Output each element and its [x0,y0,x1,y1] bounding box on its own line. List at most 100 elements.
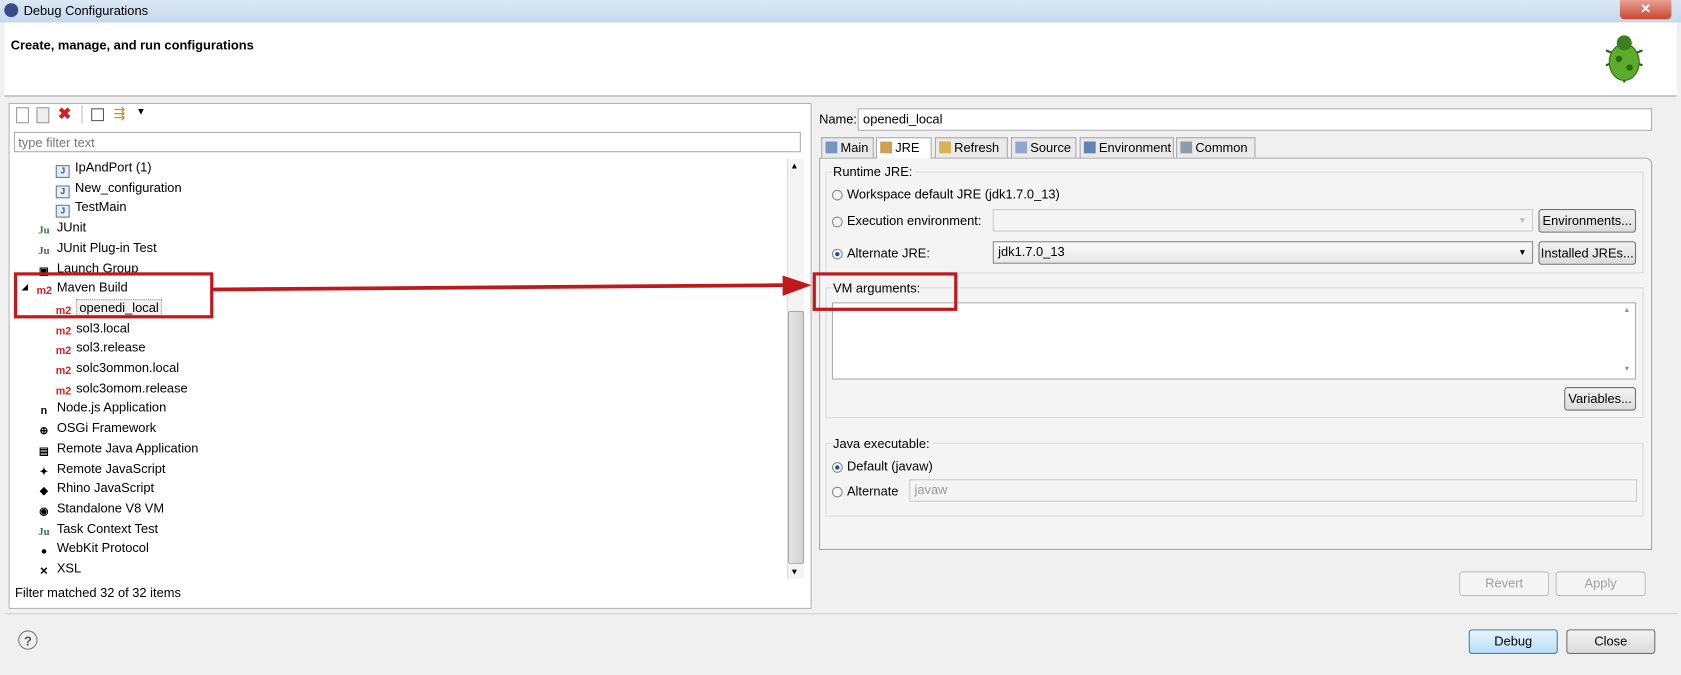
tree-item-label: Remote JavaScript [56,460,166,476]
tree-item[interactable]: J IpAndPort (1) [55,158,152,178]
alternate-jre-radio[interactable]: Alternate JRE: [831,246,930,261]
alternate-exec-field[interactable]: javaw [909,479,1638,502]
tab-jre[interactable]: JRE [875,137,932,159]
name-field[interactable]: openedi_local [857,108,1653,131]
tree-item[interactable]: ▤ Remote Java Application [36,438,199,458]
tab-main[interactable]: Main [821,137,874,158]
tab-label: Source [1030,140,1072,156]
close-button[interactable]: Close [1566,629,1656,654]
scrollbar-thumb[interactable] [787,310,805,564]
tab-environment[interactable]: Environment [1079,137,1174,158]
config-type-icon: Ju [38,525,50,538]
tree-item-label: XSL [56,560,82,576]
radio-selected-icon[interactable] [831,248,843,260]
installed-jres-button[interactable]: Installed JREs... [1538,241,1637,265]
tree-item-label: WebKit Protocol [56,540,149,556]
apply-button[interactable]: Apply [1555,571,1646,597]
tree-item[interactable]: m2 solc3ommon.local [56,358,179,377]
tree-item-label: sol3.release [76,340,146,356]
duplicate-icon[interactable] [36,107,50,124]
default-javaw-radio[interactable]: Default (javaw) [831,458,933,474]
debug-configurations-dialog: Debug Configurations ✕ Create, manage, a… [0,0,1681,675]
filter-icon[interactable]: ⇶ [114,105,126,122]
runtime-jre-label: Runtime JRE: [833,164,916,180]
filter-input[interactable]: type filter text [13,131,801,153]
java-executable-label: Java executable: [833,436,933,452]
config-type-icon: J [55,205,70,219]
tree-item-label: Standalone V8 VM [56,500,165,516]
radio-icon[interactable] [831,189,843,201]
annotation-box-vm-args [812,272,958,311]
tab-source[interactable]: Source [1010,137,1077,158]
radio-icon[interactable] [831,216,843,228]
tree-item-label: Remote Java Application [56,440,199,456]
new-config-icon[interactable] [16,107,29,124]
config-type-icon: ✕ [39,566,49,578]
tree-item[interactable]: Ju Task Context Test [36,518,158,538]
alternate-exec-radio[interactable]: Alternate [831,484,898,499]
chevron-down-icon: ▼ [1518,247,1527,258]
execution-env-radio[interactable]: Execution environment: [831,213,982,229]
config-type-icon: m2 [55,385,72,398]
tree-item-label: Rhino JavaScript [56,480,155,496]
help-icon[interactable]: ? [18,630,38,650]
config-type-icon: ▤ [38,445,50,458]
environment-icon [1083,141,1096,154]
name-label: Name: [819,111,857,127]
tree-item[interactable]: m2 solc3omom.release [56,378,188,397]
config-type-icon: m2 [55,325,72,338]
scroll-down-icon[interactable]: ▼ [790,567,798,577]
collapse-all-icon[interactable] [91,108,104,122]
workspace-default-radio[interactable]: Workspace default JRE (jdk1.7.0_13) [831,187,1060,202]
scroll-down-icon[interactable]: ▼ [1623,366,1630,374]
revert-button[interactable]: Revert [1459,571,1550,597]
execution-env-combo[interactable]: ▼ [992,209,1534,232]
tree-item[interactable]: ◉ Standalone V8 VM [36,498,165,518]
tab-common[interactable]: Common [1176,137,1256,158]
tree-item[interactable]: m2 sol3.release [56,338,146,357]
tree-item[interactable]: J TestMain [55,198,127,219]
dropdown-icon[interactable]: ▼ [136,106,146,117]
config-type-icon: ◉ [39,505,49,518]
tree-item[interactable]: ● WebKit Protocol [36,539,149,558]
tree-item[interactable]: Ju JUnit [36,218,86,237]
annotation-arrow [212,275,812,296]
header-subtitle: Create, manage, and run configurations [10,37,254,53]
environments-button[interactable]: Environments... [1538,209,1637,233]
radio-selected-icon[interactable] [831,462,843,473]
tree-item[interactable]: Ju JUnit Plug-in Test [36,238,156,257]
tree-item[interactable]: ✕ XSL [36,559,81,578]
tab-label: JRE [895,140,920,156]
config-type-icon: Ju [38,245,50,258]
tab-refresh[interactable]: Refresh [934,137,1008,158]
tree-item-label: solc3ommon.local [76,360,180,376]
execution-env-label: Execution environment: [846,213,982,229]
jre-icon [880,141,892,154]
config-type-icon: m2 [55,345,72,358]
scroll-up-icon[interactable]: ▲ [790,161,798,171]
scroll-up-icon[interactable]: ▲ [1623,307,1630,315]
tree-item[interactable]: ◆ Rhino JavaScript [36,478,155,498]
tab-label: Environment [1098,140,1172,156]
default-javaw-label: Default (javaw) [846,458,933,474]
tree-item[interactable]: J New_configuration [55,178,182,199]
tree-item[interactable]: n Node.js Application [36,398,167,418]
vm-arguments-textarea[interactable] [831,302,1637,380]
tree-item[interactable]: ⊕ OSGi Framework [36,418,156,437]
radio-icon[interactable] [831,486,843,498]
tree-item[interactable]: ✦ Remote JavaScript [36,458,165,477]
tree-item[interactable]: m2 sol3.local [56,318,130,337]
alternate-jre-combo[interactable]: jdk1.7.0_13 ▼ [992,241,1534,264]
debug-button[interactable]: Debug [1468,629,1558,654]
delete-icon[interactable]: ✖ [58,104,71,123]
annotation-box-maven [13,272,214,319]
tab-label: Refresh [954,140,1000,156]
tree-item-label: Node.js Application [56,400,167,416]
tab-label: Main [840,140,869,156]
config-type-icon: n [40,405,48,418]
config-type-icon: J [55,165,70,178]
variables-button[interactable]: Variables... [1564,387,1637,411]
title-bar: Debug Configurations ✕ [0,0,1681,23]
window-close-button[interactable]: ✕ [1619,0,1672,20]
window-title: Debug Configurations [23,3,149,19]
